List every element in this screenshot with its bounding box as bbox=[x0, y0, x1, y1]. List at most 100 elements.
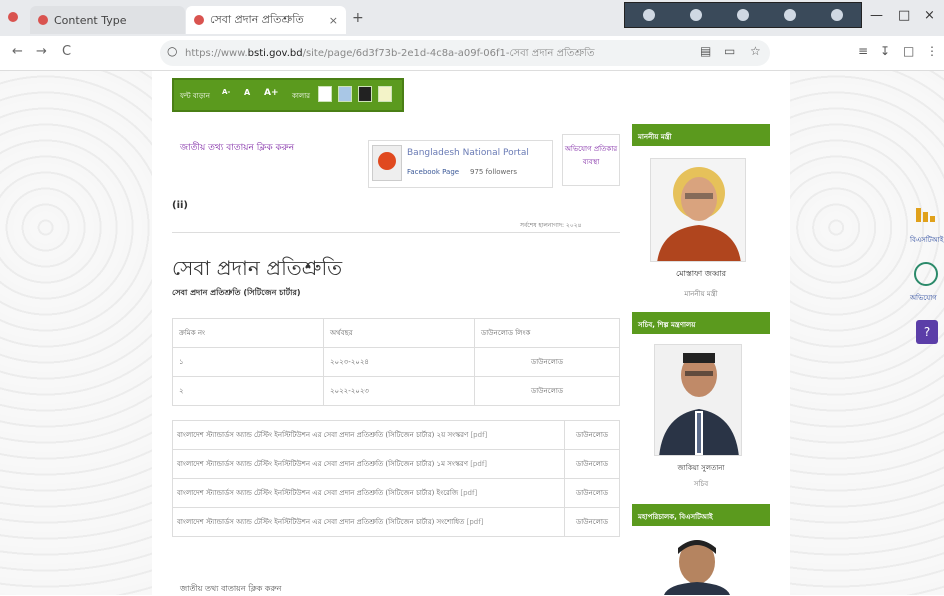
table-cell: ২ bbox=[172, 376, 324, 406]
table-row: বাংলাদেশ স্ট্যান্ডার্ডস অ্যান্ড টেস্টিং … bbox=[172, 478, 620, 508]
help-icon[interactable]: ? bbox=[916, 320, 938, 344]
color-blue-swatch[interactable] bbox=[338, 86, 352, 102]
document-title-cell: বাংলাদেশ স্ট্যান্ডার্ডস অ্যান্ড টেস্টিং … bbox=[172, 478, 565, 508]
close-tab-icon[interactable]: × bbox=[329, 14, 338, 27]
back-button[interactable]: ← bbox=[12, 44, 23, 59]
bookmark-star-icon[interactable]: ☆ bbox=[750, 44, 761, 58]
color-white-swatch[interactable] bbox=[318, 86, 332, 102]
tab-favicon-icon bbox=[194, 15, 204, 25]
thumbnail-icon[interactable] bbox=[784, 9, 797, 21]
person-name[interactable]: জাকিয়া সুলতানা bbox=[632, 462, 770, 474]
table-header-row: ক্রমিক নং অর্থবছর ডাউনলোড লিংক bbox=[172, 318, 620, 348]
table-row: বাংলাদেশ স্ট্যান্ডার্ডস অ্যান্ড টেস্টিং … bbox=[172, 449, 620, 479]
bar-chart-icon[interactable] bbox=[914, 200, 938, 224]
font-normal-button[interactable]: A bbox=[244, 88, 250, 97]
browser-tab-active[interactable]: সেবা প্রদান প্রতিশ্রুতি × bbox=[186, 6, 346, 34]
download-link[interactable]: ডাউনলোড bbox=[564, 449, 620, 479]
document-title-cell: বাংলাদেশ স্ট্যান্ডার্ডস অ্যান্ড টেস্টিং … bbox=[172, 449, 565, 479]
file-type: [pdf] bbox=[466, 518, 484, 526]
file-type: [pdf] bbox=[470, 460, 488, 468]
table-header-cell: অর্থবছর bbox=[323, 318, 475, 348]
right-edge-label[interactable]: অভিযোগ bbox=[910, 292, 937, 304]
table-header-cell: ক্রমিক নং bbox=[172, 318, 324, 348]
charter-year-table: ক্রমিক নং অর্থবছর ডাউনলোড লিংক ১ ২০২৩-২০… bbox=[172, 318, 620, 406]
table-header-cell: ডাউনলোড লিংক bbox=[474, 318, 620, 348]
table-row: ১ ২০২৩-২০২৪ ডাউনলোড bbox=[172, 347, 620, 377]
table-cell: ২০২২-২০২৩ bbox=[323, 376, 475, 406]
background-pattern-left bbox=[0, 70, 152, 595]
download-link[interactable]: ডাউনলোড bbox=[564, 420, 620, 450]
thumbnail-icon[interactable] bbox=[642, 9, 655, 21]
document-title-cell: বাংলাদেশ স্ট্যান্ডার্ডস অ্যান্ড টেস্টিং … bbox=[172, 507, 565, 537]
lock-icon[interactable]: ○ bbox=[167, 44, 177, 58]
new-tab-button[interactable]: + bbox=[352, 10, 364, 26]
sidebar-heading-director: মহাপরিচালক, বিএসটিআই bbox=[632, 504, 770, 526]
divider bbox=[172, 232, 620, 233]
file-type: [pdf] bbox=[470, 431, 488, 439]
document-title: বাংলাদেশ স্ট্যান্ডার্ডস অ্যান্ড টেস্টিং … bbox=[177, 460, 468, 468]
print-icon[interactable]: (ii) bbox=[172, 200, 188, 211]
document-title: বাংলাদেশ স্ট্যান্ডার্ডস অ্যান্ড টেস্টিং … bbox=[177, 489, 459, 497]
complaint-icon[interactable] bbox=[914, 262, 938, 286]
file-type: [pdf] bbox=[460, 489, 478, 497]
forward-button[interactable]: → bbox=[36, 44, 47, 59]
document-title: বাংলাদেশ স্ট্যান্ডার্ডস অ্যান্ড টেস্টিং … bbox=[177, 518, 465, 526]
tab-favicon-icon bbox=[38, 15, 48, 25]
table-row: বাংলাদেশ স্ট্যান্ডার্ডস অ্যান্ড টেস্টিং … bbox=[172, 507, 620, 537]
person-role: মাননীয় মন্ত্রী bbox=[684, 290, 718, 298]
person-avatar-icon bbox=[657, 167, 741, 261]
thumbnail-icon[interactable] bbox=[831, 9, 844, 21]
followers-count: 975 followers bbox=[470, 168, 518, 176]
table-row: বাংলাদেশ স্ট্যান্ডার্ডস অ্যান্ড টেস্টিং … bbox=[172, 420, 620, 450]
color-yellow-swatch[interactable] bbox=[378, 86, 392, 102]
url-text[interactable]: https://www.bsti.gov.bd/site/page/6d3f73… bbox=[185, 46, 595, 63]
portal-logo-icon bbox=[378, 152, 396, 170]
person-avatar-icon bbox=[659, 353, 739, 455]
person-name[interactable]: মোস্তাফা জব্বার bbox=[632, 268, 770, 281]
browser-tab-content-type[interactable]: Content Type bbox=[30, 6, 185, 34]
secretary-photo[interactable] bbox=[654, 344, 742, 456]
document-title: বাংলাদেশ স্ট্যান্ডার্ডস অ্যান্ড টেস্টিং … bbox=[177, 431, 469, 439]
download-link[interactable]: ডাউনলোড bbox=[564, 507, 620, 537]
minimize-button[interactable]: — bbox=[870, 8, 883, 23]
download-link[interactable]: ডাউনলোড bbox=[564, 478, 620, 508]
reader-view-icon[interactable]: ▤ bbox=[700, 44, 711, 58]
director-photo[interactable] bbox=[664, 536, 730, 595]
font-increase-button[interactable]: A+ bbox=[264, 88, 279, 98]
page-title: সেবা প্রদান প্রতিশ্রুতি bbox=[172, 256, 343, 280]
extensions-puzzle-icon[interactable]: □ bbox=[903, 44, 914, 58]
last-updated: সর্বশেষ হালনাগাদ: ২০২৪ bbox=[520, 222, 582, 229]
thumbnail-icon[interactable] bbox=[736, 9, 749, 21]
font-decrease-button[interactable]: A- bbox=[222, 88, 230, 96]
charter-document-table: বাংলাদেশ স্ট্যান্ডার্ডস অ্যান্ড টেস্টিং … bbox=[172, 420, 620, 537]
taskbar-thumbnails[interactable] bbox=[624, 2, 862, 28]
right-edge-label[interactable]: বিএসটিআই bbox=[910, 234, 943, 246]
minister-photo[interactable] bbox=[650, 158, 746, 262]
extension-icon[interactable]: ▭ bbox=[724, 44, 735, 58]
person-avatar-icon bbox=[664, 540, 730, 595]
portal-title[interactable]: Bangladesh National Portal bbox=[407, 148, 529, 158]
footer-portal-link[interactable]: জাতীয় তথ্য বাতায়ন ক্লিক করুন bbox=[180, 583, 281, 596]
person-role: সচিব bbox=[693, 480, 709, 488]
download-link[interactable]: ডাউনলোড bbox=[474, 376, 620, 406]
page-subtitle: সেবা প্রদান প্রতিশ্রুতি (সিটিজেন চার্টার… bbox=[172, 288, 301, 297]
collections-icon[interactable]: ≡ bbox=[858, 44, 868, 58]
reload-button[interactable]: C bbox=[62, 44, 71, 59]
facebook-page-label[interactable]: Facebook Page bbox=[407, 168, 459, 176]
browser-menu-icon[interactable] bbox=[8, 12, 18, 22]
national-portal-link[interactable]: জাতীয় তথ্য বাতায়ন ক্লিক করুন bbox=[180, 140, 294, 155]
thumbnail-icon[interactable] bbox=[689, 9, 702, 21]
maximize-button[interactable]: □ bbox=[898, 8, 910, 23]
table-cell: ১ bbox=[172, 347, 324, 377]
menu-icon[interactable]: ⋮ bbox=[926, 44, 938, 58]
table-cell: ২০২৩-২০২৪ bbox=[323, 347, 475, 377]
download-icon[interactable]: ↧ bbox=[880, 44, 890, 58]
table-row: ২ ২০২২-২০২৩ ডাউনলোড bbox=[172, 376, 620, 406]
close-window-button[interactable]: × bbox=[924, 8, 935, 23]
color-black-swatch[interactable] bbox=[358, 86, 372, 102]
download-link[interactable]: ডাউনলোড bbox=[474, 347, 620, 377]
sidebar-heading-secretary: সচিব, শিল্প মন্ত্রণালয় bbox=[632, 312, 770, 334]
grievance-button[interactable]: অভিযোগ প্রতিকার ব্যবস্থা bbox=[562, 134, 620, 186]
font-size-label: ফন্ট বাড়ান bbox=[180, 92, 210, 100]
color-label: কালার bbox=[292, 92, 311, 100]
